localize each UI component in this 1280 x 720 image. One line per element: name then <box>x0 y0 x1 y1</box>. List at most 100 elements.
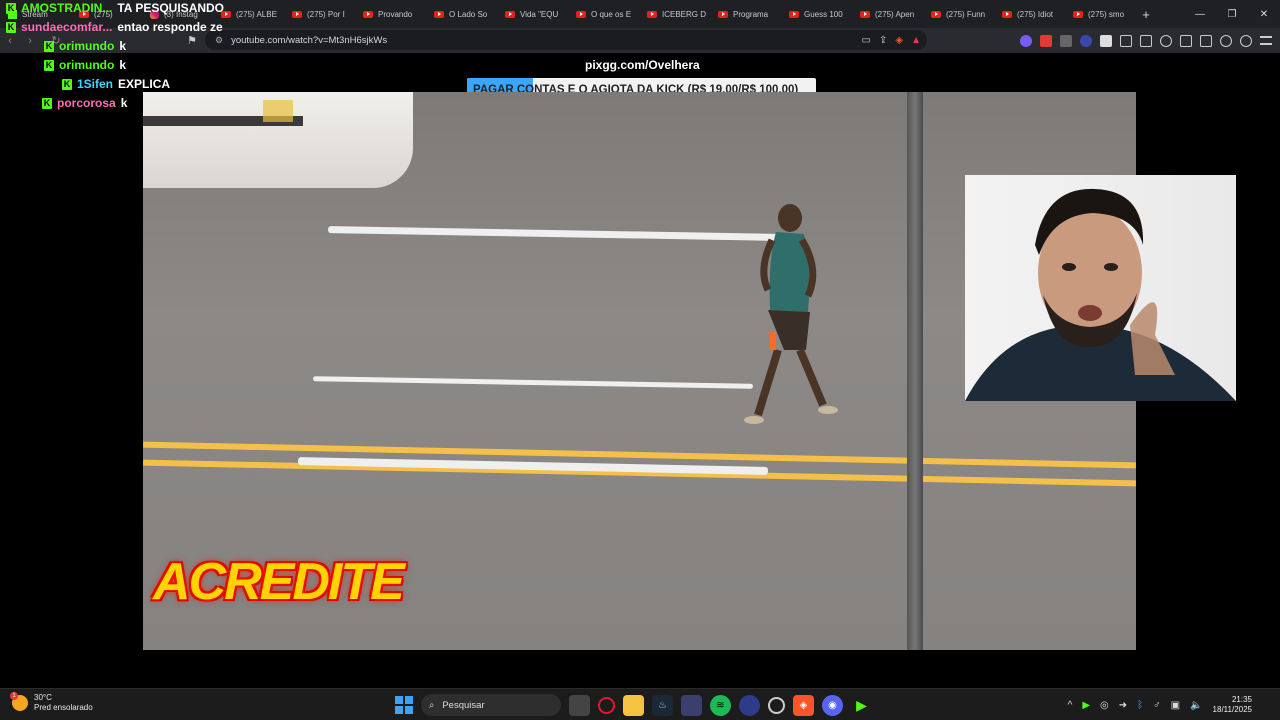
clock-time: 21:35 <box>1231 695 1252 704</box>
chat-text: k <box>119 58 127 72</box>
browser-tab[interactable]: Provando <box>355 0 426 28</box>
browser-tab[interactable]: Programa <box>710 0 781 28</box>
bluetooth-icon[interactable]: ᛒ <box>1137 700 1143 711</box>
tab-title: (275) Funn <box>946 9 986 19</box>
browser-tab[interactable]: O Lado So <box>426 0 497 28</box>
screenshot-icon[interactable] <box>1140 34 1152 47</box>
kick-badge-icon: K <box>44 59 54 71</box>
browser-tab[interactable]: Vida "EQU <box>497 0 568 28</box>
maximize-icon[interactable]: ❐ <box>1216 0 1248 28</box>
new-tab-button[interactable]: + <box>1136 7 1156 22</box>
puzzle-icon[interactable] <box>1120 34 1132 47</box>
cast-icon[interactable]: ▭ <box>862 35 871 46</box>
streamer-webcam <box>965 175 1236 401</box>
app-tray-icon[interactable]: ◎ <box>1100 700 1109 711</box>
leo-ai-icon[interactable] <box>1220 34 1232 47</box>
tab-title: (275) Idiot <box>1017 9 1054 19</box>
tab-title: (275) Apen <box>875 9 915 19</box>
system-tray: ^ ▶ ◎ ➜ ᛒ ♂ ▣ 🔈 21:35 18/11/2025 <box>1068 693 1252 717</box>
app-tray-icon[interactable]: ➜ <box>1119 700 1127 711</box>
network-icon[interactable]: ▣ <box>1171 700 1180 711</box>
task-view-icon[interactable] <box>569 694 590 716</box>
youtube-icon <box>718 10 728 18</box>
street-pole <box>907 92 923 650</box>
tab-title: Programa <box>733 9 769 19</box>
weather-sun-icon: 1 <box>10 692 28 711</box>
youtube-icon <box>860 10 870 18</box>
extension-icon[interactable] <box>1100 34 1112 47</box>
browser-tab[interactable]: (275) Funn <box>923 0 994 28</box>
close-icon[interactable]: ✕ <box>1248 0 1280 28</box>
browser-tab[interactable]: ICEBERG D <box>639 0 710 28</box>
spotify-icon[interactable]: ≋ <box>710 694 731 716</box>
tab-title: O que os E <box>591 9 632 19</box>
tab-title: Vida "EQU <box>520 9 559 19</box>
chat-username: AMOSTRADIN... <box>21 1 113 15</box>
bookmark-icon[interactable]: ⚑ <box>182 34 202 47</box>
app-tray-icon[interactable]: ▶ <box>1082 700 1090 711</box>
discord-icon[interactable]: ◉ <box>822 694 843 716</box>
microphone-icon[interactable]: ♂ <box>1153 700 1161 711</box>
search-placeholder: Pesquisar <box>442 699 485 711</box>
site-settings-icon[interactable]: ⚙ <box>215 35 223 46</box>
back-icon[interactable]: ‹ <box>0 35 20 47</box>
notification-badge: 1 <box>10 692 18 700</box>
brave-rewards-icon[interactable]: ▲ <box>911 35 921 46</box>
brave-browser-icon[interactable]: ◈ <box>793 694 814 716</box>
browser-tab[interactable]: (275) Idiot <box>994 0 1065 28</box>
chat-username: 1Sifen <box>77 77 114 91</box>
chat-message: Kporcorosa k <box>42 96 127 110</box>
start-button[interactable] <box>395 696 413 714</box>
steam-icon[interactable]: ♨ <box>652 694 673 716</box>
app-icon[interactable]: ▶ <box>851 695 872 716</box>
app-icon[interactable] <box>739 694 760 716</box>
brave-shields-icon[interactable]: ◈ <box>895 35 903 46</box>
app-icon[interactable] <box>681 694 702 716</box>
video-caption-text: ACREDITE <box>153 553 405 611</box>
weather-temperature: 30°C <box>34 693 52 702</box>
pix-donation-url: pixgg.com/Ovelhera <box>585 58 700 72</box>
chat-text: EXPLICA <box>118 77 171 91</box>
minimize-icon[interactable]: — <box>1184 0 1216 28</box>
browser-tab[interactable]: (275) Apen <box>852 0 923 28</box>
clock[interactable]: 21:35 18/11/2025 <box>1213 695 1252 715</box>
volume-icon[interactable]: 🔈 <box>1190 700 1202 711</box>
taskbar-search[interactable]: ⌕ Pesquisar <box>421 694 561 716</box>
tab-title: (275) smo <box>1088 9 1125 19</box>
extension-icon[interactable] <box>1060 34 1072 47</box>
youtube-icon <box>505 10 515 18</box>
media-icon[interactable] <box>1160 34 1172 47</box>
show-hidden-icons[interactable]: ^ <box>1068 700 1073 711</box>
address-bar[interactable]: ⚙ youtube.com/watch?v=Mt3nH6sjkWs ▭ ⇪ ◈ … <box>205 30 927 50</box>
browser-tab[interactable]: O que os E <box>568 0 639 28</box>
tab-title: O Lado So <box>449 9 488 19</box>
tab-title: ICEBERG D <box>662 9 707 19</box>
vpn-icon[interactable] <box>1240 34 1252 47</box>
chat-username: orimundo <box>59 39 115 53</box>
extension-icon[interactable] <box>1080 34 1092 47</box>
sidebar-icon[interactable] <box>1180 34 1192 47</box>
weather-widget[interactable]: 1 30°C Pred ensolarado <box>10 692 93 713</box>
lane-marking <box>327 226 779 241</box>
youtube-icon <box>931 10 941 18</box>
tab-title: Guess 100 <box>804 9 843 19</box>
chat-message: K 1Sifen EXPLICA <box>62 77 170 91</box>
extension-icon[interactable] <box>1040 34 1052 47</box>
opera-gx-icon[interactable] <box>598 696 615 714</box>
browser-tab[interactable]: (275) smo <box>1065 0 1136 28</box>
youtube-icon <box>647 10 657 18</box>
file-explorer-icon[interactable] <box>623 694 644 716</box>
share-icon[interactable]: ⇪ <box>879 35 887 46</box>
forward-icon[interactable]: › <box>20 35 40 47</box>
lane-marking <box>312 376 754 389</box>
wallet-icon[interactable] <box>1200 34 1212 47</box>
chat-username: orimundo <box>59 58 115 72</box>
menu-icon[interactable] <box>1260 36 1272 45</box>
running-man-image <box>744 204 838 424</box>
extension-icon[interactable] <box>1020 34 1032 47</box>
youtube-icon <box>363 10 373 18</box>
browser-tab[interactable]: Guess 100 <box>781 0 852 28</box>
obs-icon[interactable] <box>768 696 785 714</box>
youtube-icon <box>789 10 799 18</box>
browser-tab[interactable]: (275) Por I <box>284 0 355 28</box>
